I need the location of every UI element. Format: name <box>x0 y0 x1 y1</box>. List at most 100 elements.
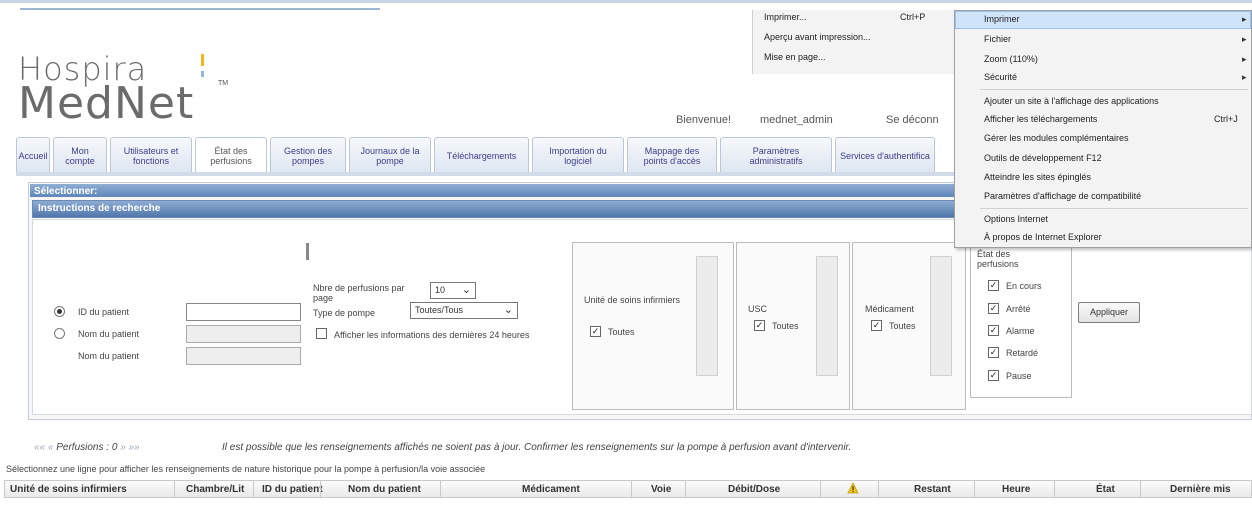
col-patient-name[interactable]: Nom du patient <box>348 484 421 495</box>
status-en-cours-checkbox[interactable]: ✓ <box>988 280 999 291</box>
apply-button[interactable]: Appliquer <box>1078 302 1140 323</box>
data-warning: Il est possible que les renseignements a… <box>222 442 852 453</box>
warning-icon <box>847 482 859 494</box>
col-last-update[interactable]: Dernière mis <box>1170 484 1231 495</box>
last24-checkbox[interactable] <box>316 328 327 339</box>
col-rate-dose[interactable]: Débit/Dose <box>728 484 780 495</box>
col-patient-id[interactable]: ID du patient <box>262 484 323 495</box>
pager-prev[interactable]: « <box>48 442 56 453</box>
top-frame-line <box>0 0 1252 3</box>
col-time[interactable]: Heure <box>1002 484 1030 495</box>
radio-patient-name[interactable] <box>54 328 65 339</box>
status-arrete-label: Arrêté <box>1006 304 1031 314</box>
menu-separator <box>980 89 1248 90</box>
col-medication[interactable]: Médicament <box>522 484 580 495</box>
per-page-select[interactable]: 10 ⌄ <box>430 282 476 299</box>
status-alarme-checkbox[interactable]: ✓ <box>988 325 999 336</box>
status-retarde-label: Retardé <box>1006 348 1039 358</box>
usc-list[interactable] <box>816 256 838 376</box>
tab-accueil[interactable]: Accueil <box>16 137 50 173</box>
submenu-arrow-icon: ▸ <box>1242 54 1247 64</box>
menu-item-downloads[interactable]: Afficher les téléchargements <box>984 114 1097 124</box>
logout-link[interactable]: Se déconn <box>886 114 939 126</box>
col-care-unit[interactable]: Unité de soins infirmiers <box>10 484 127 495</box>
care-unit-all-label: Toutes <box>608 327 635 337</box>
tab-gestion-pompes[interactable]: Gestion des pompes <box>270 137 346 173</box>
menu-item-fichier[interactable]: Fichier <box>984 34 1011 44</box>
main-nav: Accueil Mon compte Utilisateurs et fonct… <box>16 137 938 173</box>
status-retarde-checkbox[interactable]: ✓ <box>988 347 999 358</box>
tab-importation[interactable]: Importation du logiciel <box>532 137 624 173</box>
menu-print-shortcut: Ctrl+P <box>900 12 926 22</box>
menu-item-devtools[interactable]: Outils de développement F12 <box>984 153 1102 163</box>
status-pause-checkbox[interactable]: ✓ <box>988 370 999 381</box>
tab-services-auth[interactable]: Services d'authentifica <box>835 137 935 173</box>
col-separator <box>974 480 975 498</box>
tab-parametres-admin[interactable]: Paramètres administratifs <box>720 137 832 173</box>
col-separator <box>174 480 175 498</box>
chevron-down-icon: ⌄ <box>503 304 513 316</box>
medication-all-label: Toutes <box>889 321 916 331</box>
col-separator <box>820 480 821 498</box>
medication-list[interactable] <box>930 256 952 376</box>
submenu-arrow-icon: ▸ <box>1242 72 1247 82</box>
col-room-bed[interactable]: Chambre/Lit <box>186 484 244 495</box>
menu-item-pinned-sites[interactable]: Atteindre les sites épinglés <box>984 172 1091 182</box>
menu-item-addons[interactable]: Gérer les modules complémentaires <box>984 133 1129 143</box>
usc-all-label: Toutes <box>772 321 799 331</box>
menu-item-imprimer[interactable]: Imprimer <box>984 14 1020 24</box>
tab-utilisateurs[interactable]: Utilisateurs et fonctions <box>110 137 192 173</box>
pump-type-select[interactable]: Toutes/Tous ⌄ <box>410 302 518 319</box>
patient-name-input[interactable] <box>186 325 301 343</box>
field-divider <box>306 243 309 260</box>
tab-telechargements[interactable]: Téléchargements <box>434 137 529 173</box>
pager: «« « Perfusions : 0 » »» <box>34 442 140 453</box>
status-alarme-label: Alarme <box>1006 326 1035 336</box>
menu-print-preview[interactable]: Aperçu avant impression... <box>764 32 871 42</box>
medication-all-checkbox[interactable]: ✓ <box>871 320 882 331</box>
pager-first[interactable]: «« <box>34 442 48 453</box>
radio-patient-id[interactable] <box>54 306 65 317</box>
care-unit-list[interactable] <box>696 256 718 376</box>
col-separator <box>320 480 321 498</box>
menu-item-add-site[interactable]: Ajouter un site à l'affichage des applic… <box>984 96 1159 106</box>
tab-mon-compte[interactable]: Mon compte <box>53 137 107 173</box>
selection-hint: Sélectionnez une ligne pour afficher les… <box>6 464 486 474</box>
col-remaining[interactable]: Restant <box>914 484 951 495</box>
col-status[interactable]: État <box>1096 484 1115 495</box>
pump-type-value: Toutes/Tous <box>415 305 464 315</box>
col-separator <box>631 480 632 498</box>
tools-menu <box>954 10 1252 248</box>
menu-page-setup[interactable]: Mise en page... <box>764 52 826 62</box>
patient-name-label-2: Nom du patient <box>78 351 140 361</box>
per-page-label: Nbre de perfusions par page <box>313 283 405 303</box>
menu-item-about-ie[interactable]: À propos de Internet Explorer <box>984 232 1102 242</box>
menu-print[interactable]: Imprimer... <box>764 12 807 22</box>
tab-etat-perfusions[interactable]: État des perfusions <box>195 137 267 173</box>
logo-text-mednet: MedNet <box>18 78 195 129</box>
submenu-arrow-icon: ▸ <box>1242 14 1247 24</box>
patient-id-input[interactable] <box>186 303 301 321</box>
col-route[interactable]: Voie <box>651 484 671 495</box>
care-unit-all-checkbox[interactable]: ✓ <box>590 326 601 337</box>
col-separator <box>878 480 879 498</box>
patient-name-input-2[interactable] <box>186 347 301 365</box>
tab-mappage[interactable]: Mappage des points d'accès <box>627 137 717 173</box>
logo-accent-blue <box>201 71 204 77</box>
care-unit-label: Unité de soins infirmiers <box>584 295 681 305</box>
status-arrete-checkbox[interactable]: ✓ <box>988 303 999 314</box>
submenu-arrow-icon: ▸ <box>1242 34 1247 44</box>
menu-item-zoom[interactable]: Zoom (110%) <box>984 54 1038 64</box>
col-separator <box>685 480 686 498</box>
menu-item-internet-options[interactable]: Options Internet <box>984 214 1048 224</box>
menu-separator <box>980 208 1248 209</box>
instructions-title: Instructions de recherche <box>38 203 161 214</box>
menu-item-securite[interactable]: Sécurité <box>984 72 1017 82</box>
tab-journaux[interactable]: Journaux de la pompe <box>349 137 431 173</box>
last24-label: Afficher les informations des dernières … <box>334 330 530 340</box>
usc-all-checkbox[interactable]: ✓ <box>754 320 765 331</box>
menu-item-compat[interactable]: Paramètres d'affichage de compatibilité <box>984 191 1141 201</box>
logo-accent-yellow <box>201 54 204 66</box>
pager-last[interactable]: »» <box>126 442 140 453</box>
top-accent-line <box>20 8 380 10</box>
